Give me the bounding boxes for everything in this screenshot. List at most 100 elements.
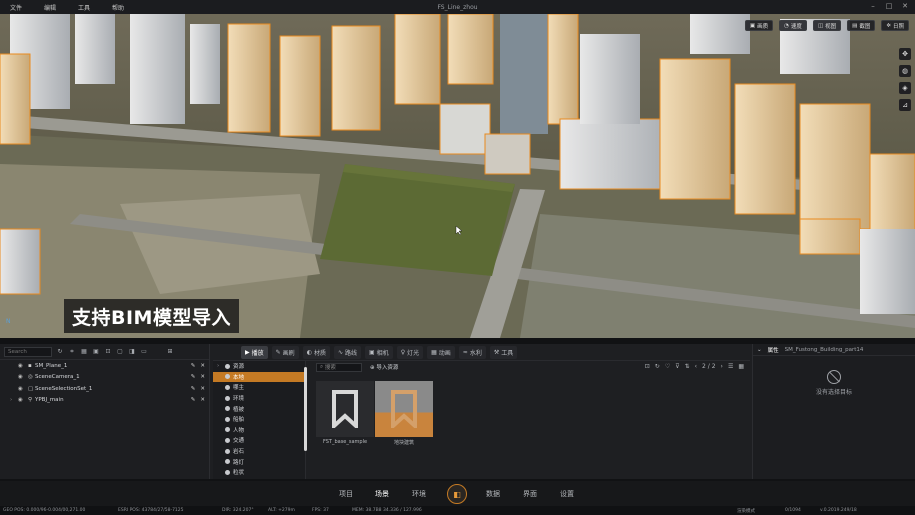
tab-label: 播放 (251, 349, 264, 357)
import-resource-button[interactable]: ⊕ 导入资源 (370, 363, 398, 371)
edit-pencil-icon[interactable]: ✎ (191, 397, 196, 403)
visibility-eye-icon[interactable]: ◉ (18, 397, 28, 403)
import-label: 导入资源 (376, 365, 399, 371)
asset-search-input[interactable]: ⌕ 搜索 (316, 362, 362, 372)
sort-icon[interactable]: ⇅ (685, 363, 690, 370)
category-scrollbar[interactable] (304, 367, 307, 451)
delete-icon[interactable]: ✕ (200, 374, 205, 380)
expand-arrow[interactable]: › (10, 397, 18, 403)
category-item[interactable]: 船舶 (213, 414, 305, 425)
globe-icon[interactable]: ◍ (899, 65, 911, 77)
outliner-row[interactable]: ◉ ▪ SM_Plane_1 ✎ ✕ (0, 360, 209, 372)
tab-animation[interactable]: ▦ 动画 (427, 345, 455, 359)
tab-light[interactable]: ♀ 灯光 (396, 345, 424, 359)
tab-route[interactable]: ∿ 路线 (333, 345, 361, 359)
refresh-icon[interactable]: ↻ (655, 363, 660, 370)
asset-browser: ⌕ 搜索 ⊕ 导入资源 ⊡ ↻ ♡ ⊽ ⇅ ‹ 2 / 2 › ☰ ▦ FST_… (308, 361, 750, 479)
grid-view-icon[interactable]: ▦ (738, 363, 744, 370)
outliner-search-input[interactable] (4, 346, 52, 357)
app-window: 文件 编辑 工具 帮助 FS_Line_zhou – □ ✕ ▣ 画质 ◔ 速度… (0, 0, 915, 515)
tab-material[interactable]: ◐ 材质 (302, 345, 330, 359)
view-button[interactable]: ◫ 视图 (812, 20, 842, 31)
tab-camera[interactable]: ▣ 相机 (365, 345, 393, 359)
visibility-eye-icon[interactable]: ◉ (18, 363, 28, 369)
category-item[interactable]: 岩石 (213, 446, 305, 457)
close-icon[interactable]: ✕ (901, 2, 909, 10)
category-item[interactable]: 路灯 (213, 456, 305, 467)
scene-viewport[interactable]: ▣ 画质 ◔ 速度 ◫ 视图 ▤ 截图 ✲ 日照 ✥ ◍ ◈ ⊿ 支持BIM模型导入 N (0, 14, 915, 338)
copy-icon[interactable]: ▢ (116, 348, 124, 356)
speed-button[interactable]: ◔ 速度 (779, 20, 807, 31)
menu-file[interactable]: 文件 (6, 3, 40, 12)
filter-icon[interactable]: ⌗ (68, 348, 76, 356)
compass-indicator: N (6, 318, 11, 325)
category-item[interactable]: › 资源 (213, 361, 305, 372)
group-icon[interactable]: ◨ (128, 348, 136, 356)
layers-icon[interactable]: ◈ (899, 82, 911, 94)
lock-icon[interactable]: ⊡ (104, 348, 112, 356)
properties-header: ⌄ 属性 SM_Fustong_Building_part14 (753, 344, 915, 356)
category-item[interactable]: 交通 (213, 435, 305, 446)
asset-item[interactable]: FST_base_sample (316, 381, 374, 445)
edit-pencil-icon[interactable]: ✎ (191, 363, 196, 369)
folder-icon[interactable]: ▭ (140, 348, 148, 356)
screenshot-button[interactable]: ▤ 截图 (847, 20, 876, 31)
sunlight-button[interactable]: ✲ 日照 (881, 20, 909, 31)
menu-tools[interactable]: 工具 (74, 3, 108, 12)
tab-water[interactable]: ≈ 水利 (458, 345, 486, 359)
tab-play[interactable]: ▶ 播放 (241, 345, 268, 359)
measure-icon[interactable]: ⊿ (899, 99, 911, 111)
category-item[interactable]: 哪主 (213, 382, 305, 393)
category-item[interactable]: 人物 (213, 425, 305, 436)
category-item[interactable]: 植被 (213, 403, 305, 414)
lock-icon[interactable]: ⊡ (645, 363, 650, 370)
asset-name: 地块建筑 (393, 440, 414, 446)
refresh-icon[interactable]: ↻ (56, 348, 64, 356)
delete-icon[interactable]: ✕ (200, 397, 205, 403)
maximize-icon[interactable]: □ (885, 2, 893, 10)
menu-help[interactable]: 帮助 (108, 3, 142, 12)
edit-pencil-icon[interactable]: ✎ (191, 386, 196, 392)
tab-tool[interactable]: ⚒ 工具 (489, 345, 518, 359)
list-view-icon[interactable]: ☰ (728, 363, 733, 370)
mode-environment[interactable]: 环境 (412, 489, 426, 499)
outliner-row[interactable]: ◉ ◎ SceneCamera_1 ✎ ✕ (0, 372, 209, 384)
mode-scene[interactable]: 场景 (375, 489, 389, 499)
tab-brush[interactable]: ✎ 画刷 (271, 345, 299, 359)
visibility-eye-icon[interactable]: ◉ (18, 386, 28, 392)
visibility-eye-icon[interactable]: ◉ (18, 374, 28, 380)
category-item[interactable]: 环境 (213, 393, 305, 404)
status-bar: GEO POS: 0.000/96-0.004/00,271.00 ESRI P… (0, 506, 915, 515)
grid-icon[interactable]: ▦ (80, 348, 88, 356)
delete-icon[interactable]: ✕ (200, 363, 205, 369)
delete-icon[interactable]: ✕ (200, 386, 205, 392)
layout-icon[interactable]: ⊞ (166, 348, 174, 356)
page-indicator: 2 / 2 (702, 363, 716, 370)
app-logo-icon[interactable]: ◧ (447, 484, 467, 504)
mode-project[interactable]: 项目 (339, 489, 353, 499)
edit-pencil-icon[interactable]: ✎ (191, 374, 196, 380)
category-label: 粒状 (233, 470, 245, 477)
chevron-down-icon[interactable]: ⌄ (757, 347, 762, 353)
quality-button[interactable]: ▣ 画质 (744, 20, 774, 31)
bookmark-icon (391, 390, 417, 428)
asset-item[interactable]: 地块建筑 (375, 381, 433, 446)
mode-data[interactable]: 数据 (486, 489, 500, 499)
category-item[interactable]: 本地 (213, 371, 305, 383)
filter-icon[interactable]: ⊽ (675, 363, 679, 370)
prev-page-icon[interactable]: ‹ (695, 363, 697, 370)
mode-settings[interactable]: 设置 (560, 489, 574, 499)
properties-title: 属性 (767, 347, 779, 354)
next-page-icon[interactable]: › (721, 363, 723, 370)
menu-edit[interactable]: 编辑 (40, 3, 74, 12)
category-label: 交通 (233, 438, 245, 445)
category-item[interactable]: 粒状 (213, 467, 305, 478)
minimize-icon[interactable]: – (869, 2, 877, 10)
move-icon[interactable]: ✥ (899, 48, 911, 60)
favorite-icon[interactable]: ♡ (665, 363, 670, 370)
mode-ui[interactable]: 界面 (523, 489, 537, 499)
folder-dot-icon (225, 363, 230, 369)
outliner-row[interactable]: › ◉ ⚲ YPBJ_main ✎ ✕ (0, 395, 209, 407)
camera-icon[interactable]: ▣ (92, 348, 100, 356)
outliner-row[interactable]: ◉ ▢ SceneSelectionSet_1 ✎ ✕ (0, 383, 209, 395)
